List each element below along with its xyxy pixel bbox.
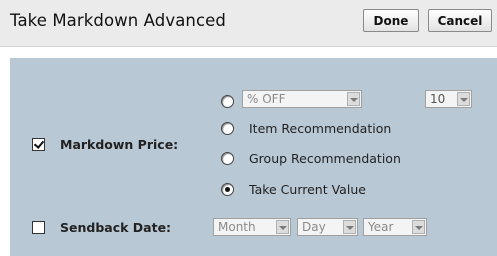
markdown-price-label: Markdown Price: bbox=[60, 137, 179, 152]
dialog-title: Take Markdown Advanced bbox=[10, 11, 226, 30]
radio-percent-off[interactable] bbox=[221, 95, 234, 108]
year-value: Year bbox=[368, 220, 394, 234]
amount-value: 10 bbox=[430, 92, 446, 106]
radio-group-recommendation[interactable] bbox=[221, 152, 234, 165]
take-current-value-label: Take Current Value bbox=[249, 182, 366, 197]
markdown-panel: % OFF 10 Item Recommendation Markdown Pr… bbox=[10, 58, 497, 256]
chevron-down-icon bbox=[343, 220, 356, 234]
header-bar: Take Markdown Advanced Done Cancel bbox=[0, 0, 497, 47]
item-recommendation-label: Item Recommendation bbox=[249, 121, 392, 136]
amount-select[interactable]: 10 bbox=[425, 90, 472, 108]
markdown-price-checkbox[interactable] bbox=[32, 138, 45, 151]
percent-off-select[interactable]: % OFF bbox=[242, 90, 362, 108]
cancel-button[interactable]: Cancel bbox=[428, 9, 492, 32]
radio-item-recommendation[interactable] bbox=[221, 122, 234, 135]
done-button[interactable]: Done bbox=[363, 9, 419, 32]
radio-take-current-value[interactable] bbox=[221, 183, 234, 196]
sendback-date-label: Sendback Date: bbox=[60, 220, 172, 235]
year-select[interactable]: Year bbox=[363, 218, 427, 236]
percent-off-value: % OFF bbox=[247, 92, 286, 106]
sendback-date-checkbox[interactable] bbox=[32, 221, 45, 234]
group-recommendation-label: Group Recommendation bbox=[249, 151, 401, 166]
chevron-down-icon bbox=[347, 92, 360, 106]
day-value: Day bbox=[302, 220, 326, 234]
chevron-down-icon bbox=[457, 92, 470, 106]
month-value: Month bbox=[218, 220, 256, 234]
month-select[interactable]: Month bbox=[213, 218, 291, 236]
chevron-down-icon bbox=[412, 220, 425, 234]
chevron-down-icon bbox=[276, 220, 289, 234]
day-select[interactable]: Day bbox=[297, 218, 358, 236]
